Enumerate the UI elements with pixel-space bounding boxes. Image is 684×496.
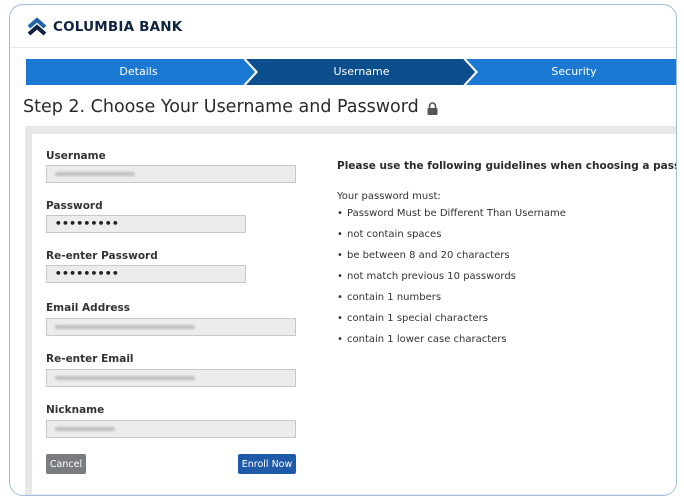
brand-name: COLUMBIA BANK [53,19,183,35]
password-value: ••••••••• [55,217,120,230]
reenter-email-value-blurred [55,376,195,380]
guidelines-subtitle: Your password must: [337,191,441,202]
enroll-now-button[interactable]: Enroll Now [238,454,296,474]
reenter-password-label: Re-enter Password [46,250,158,262]
nickname-input[interactable] [46,420,296,438]
step-security[interactable]: Security [474,65,674,78]
email-value-blurred [55,325,195,329]
reenter-email-label: Re-enter Email [46,353,134,365]
step-username[interactable]: Username [254,65,469,78]
list-item: contain 1 numbers [337,291,566,312]
columbia-logo-icon [27,17,47,36]
progress-steps: Details Username Security [26,59,676,85]
list-item: not match previous 10 passwords [337,270,566,291]
password-label: Password [46,200,103,212]
reenter-email-input[interactable] [46,369,296,387]
step-details[interactable]: Details [26,65,251,78]
list-item: be between 8 and 20 characters [337,249,566,270]
reenter-password-input[interactable]: ••••••••• [46,265,246,283]
guidelines-title: Please use the following guidelines when… [337,160,677,172]
nickname-value-blurred [55,427,115,431]
username-input[interactable] [46,165,296,183]
page-title: Step 2. Choose Your Username and Passwor… [23,97,438,117]
username-value-blurred [55,172,135,176]
form-panel: Username Password ••••••••• Re-enter Pas… [25,126,677,495]
username-label: Username [46,150,106,162]
list-item: contain 1 lower case characters [337,333,566,354]
list-item: contain 1 special characters [337,312,566,333]
brand-logo[interactable]: COLUMBIA BANK [26,17,182,37]
site-header: COLUMBIA BANK [10,5,676,48]
form-card: Username Password ••••••••• Re-enter Pas… [32,134,677,494]
list-item: Password Must be Different Than Username [337,207,566,228]
password-rules-list: Password Must be Different Than Username… [337,207,566,354]
nickname-label: Nickname [46,404,105,416]
list-item: not contain spaces [337,228,566,249]
email-label: Email Address [46,302,131,314]
cancel-button[interactable]: Cancel [46,454,86,474]
enrollment-window: COLUMBIA BANK Details Username Security … [9,4,677,496]
page-title-text: Step 2. Choose Your Username and Passwor… [23,97,419,117]
reenter-password-value: ••••••••• [55,267,120,280]
email-input[interactable] [46,318,296,336]
password-input[interactable]: ••••••••• [46,215,246,233]
lock-icon [427,101,438,115]
